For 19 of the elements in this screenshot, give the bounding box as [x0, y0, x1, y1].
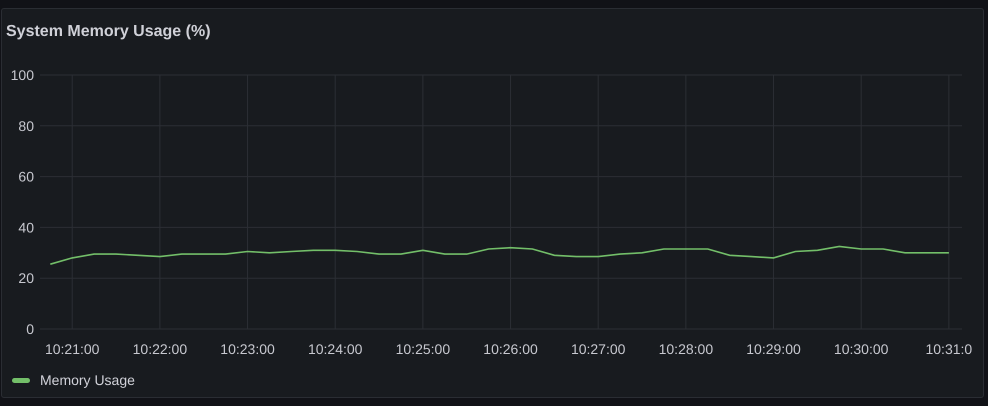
axis-tick-label: 40 [18, 219, 34, 236]
panel-title: System Memory Usage (%) [5, 22, 212, 42]
axis-tick-label: 20 [18, 270, 34, 286]
axis-tick-label: 80 [18, 118, 34, 134]
axis-tick-label: 10:24:00 [308, 341, 362, 357]
axis-tick-label: 10:21:00 [44, 341, 100, 357]
axis-tick-label: 10:27:00 [570, 341, 626, 357]
axis-tick-label: 60 [18, 168, 34, 185]
axis-tick-label: 10:29:00 [746, 341, 801, 357]
axis-tick-label: 10:30:00 [834, 341, 888, 357]
axis-tick-label: 100 [10, 67, 34, 83]
axis-tick-label: 10:25:00 [396, 341, 450, 357]
axis-tick-label: 10:31:0 [926, 341, 972, 357]
axis-tick-label: 10:23:00 [220, 341, 275, 357]
axis-tick-label: 0 [26, 321, 34, 337]
axis-tick-label: 10:28:00 [658, 341, 714, 357]
axis-tick-label: 10:26:00 [483, 341, 538, 357]
axis-tick-label: 10:22:00 [132, 341, 188, 357]
legend-label[interactable]: Memory Usage [40, 372, 135, 388]
